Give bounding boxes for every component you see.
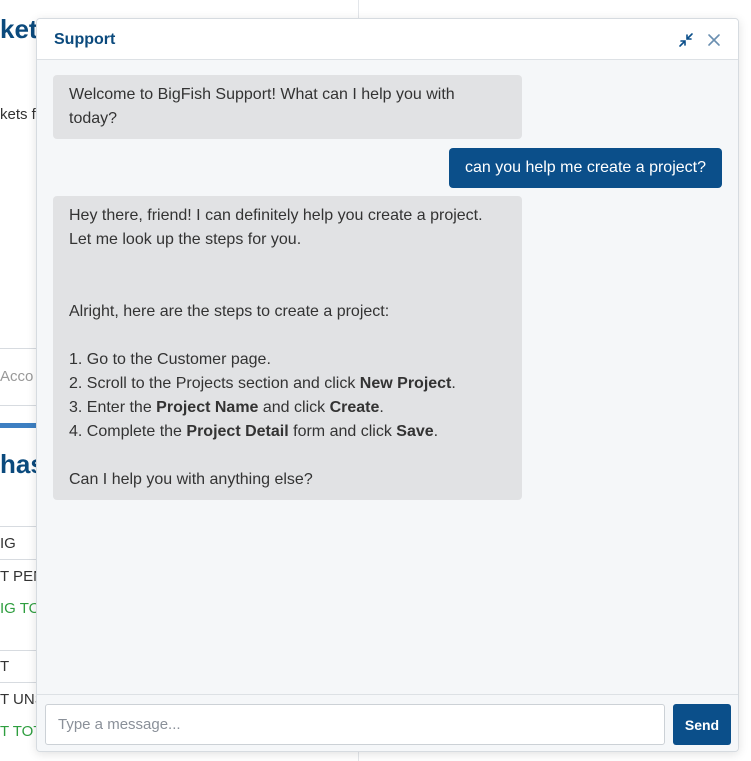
divider: [0, 682, 40, 683]
step-emphasis: Project Name: [156, 399, 259, 416]
step-emphasis: Save: [396, 423, 434, 440]
message-line: Welcome to BigFish Support! What can I h…: [69, 86, 455, 103]
step-text: .: [379, 399, 384, 416]
page-description: kets f: [0, 106, 36, 123]
summary-row-label: IG: [0, 535, 16, 552]
accent-bar: [0, 423, 40, 428]
bot-message: Welcome to BigFish Support! What can I h…: [53, 75, 522, 139]
step-emphasis: New Project: [359, 375, 452, 392]
step-text: 4. Complete the: [69, 423, 187, 440]
message-composer: Send: [37, 694, 738, 751]
step-text: 3. Enter the: [69, 399, 157, 416]
support-chat-window: Support Welcome to BigFish Support! What…: [36, 18, 739, 752]
step-emphasis: Project Detail: [186, 423, 289, 440]
divider: [0, 526, 40, 527]
divider: [0, 559, 40, 560]
message-line: today?: [69, 110, 118, 127]
collapse-arrows-icon[interactable]: [676, 30, 696, 50]
message-line: Let me look up the steps for you.: [69, 231, 302, 248]
send-button[interactable]: Send: [673, 704, 731, 745]
close-icon[interactable]: [704, 30, 724, 50]
step-4: 4. Complete the Project Detail form and …: [69, 420, 506, 444]
step-text: 2. Scroll to the Projects section and cl…: [69, 375, 360, 392]
step-2: 2. Scroll to the Projects section and cl…: [69, 372, 506, 396]
message-line: Alright, here are the steps to create a …: [69, 303, 390, 320]
summary-row-label: T: [0, 658, 10, 675]
step-text: .: [433, 423, 439, 440]
message-list: Welcome to BigFish Support! What can I h…: [37, 61, 738, 694]
step-3: 3. Enter the Project Name and click Crea…: [69, 396, 506, 420]
divider: [0, 650, 40, 651]
step-1: 1. Go to the Customer page.: [69, 351, 271, 368]
message-line: Hey there, friend! I can definitely help…: [69, 207, 483, 224]
step-emphasis: Create: [329, 399, 380, 416]
step-text: form and click: [288, 423, 397, 440]
step-text: and click: [258, 399, 330, 416]
chat-title: Support: [54, 31, 116, 48]
account-field[interactable]: Acco: [0, 368, 33, 385]
message-line: Can I help you with anything else?: [69, 471, 313, 488]
summary-row-total: IG TO: [0, 600, 41, 617]
message-input[interactable]: [45, 704, 665, 745]
divider: [0, 405, 40, 406]
step-text: .: [451, 375, 456, 392]
user-message: can you help me create a project?: [448, 148, 722, 188]
divider: [0, 348, 40, 349]
chat-header: Support: [37, 19, 738, 60]
bot-message: Hey there, friend! I can definitely help…: [53, 196, 522, 500]
